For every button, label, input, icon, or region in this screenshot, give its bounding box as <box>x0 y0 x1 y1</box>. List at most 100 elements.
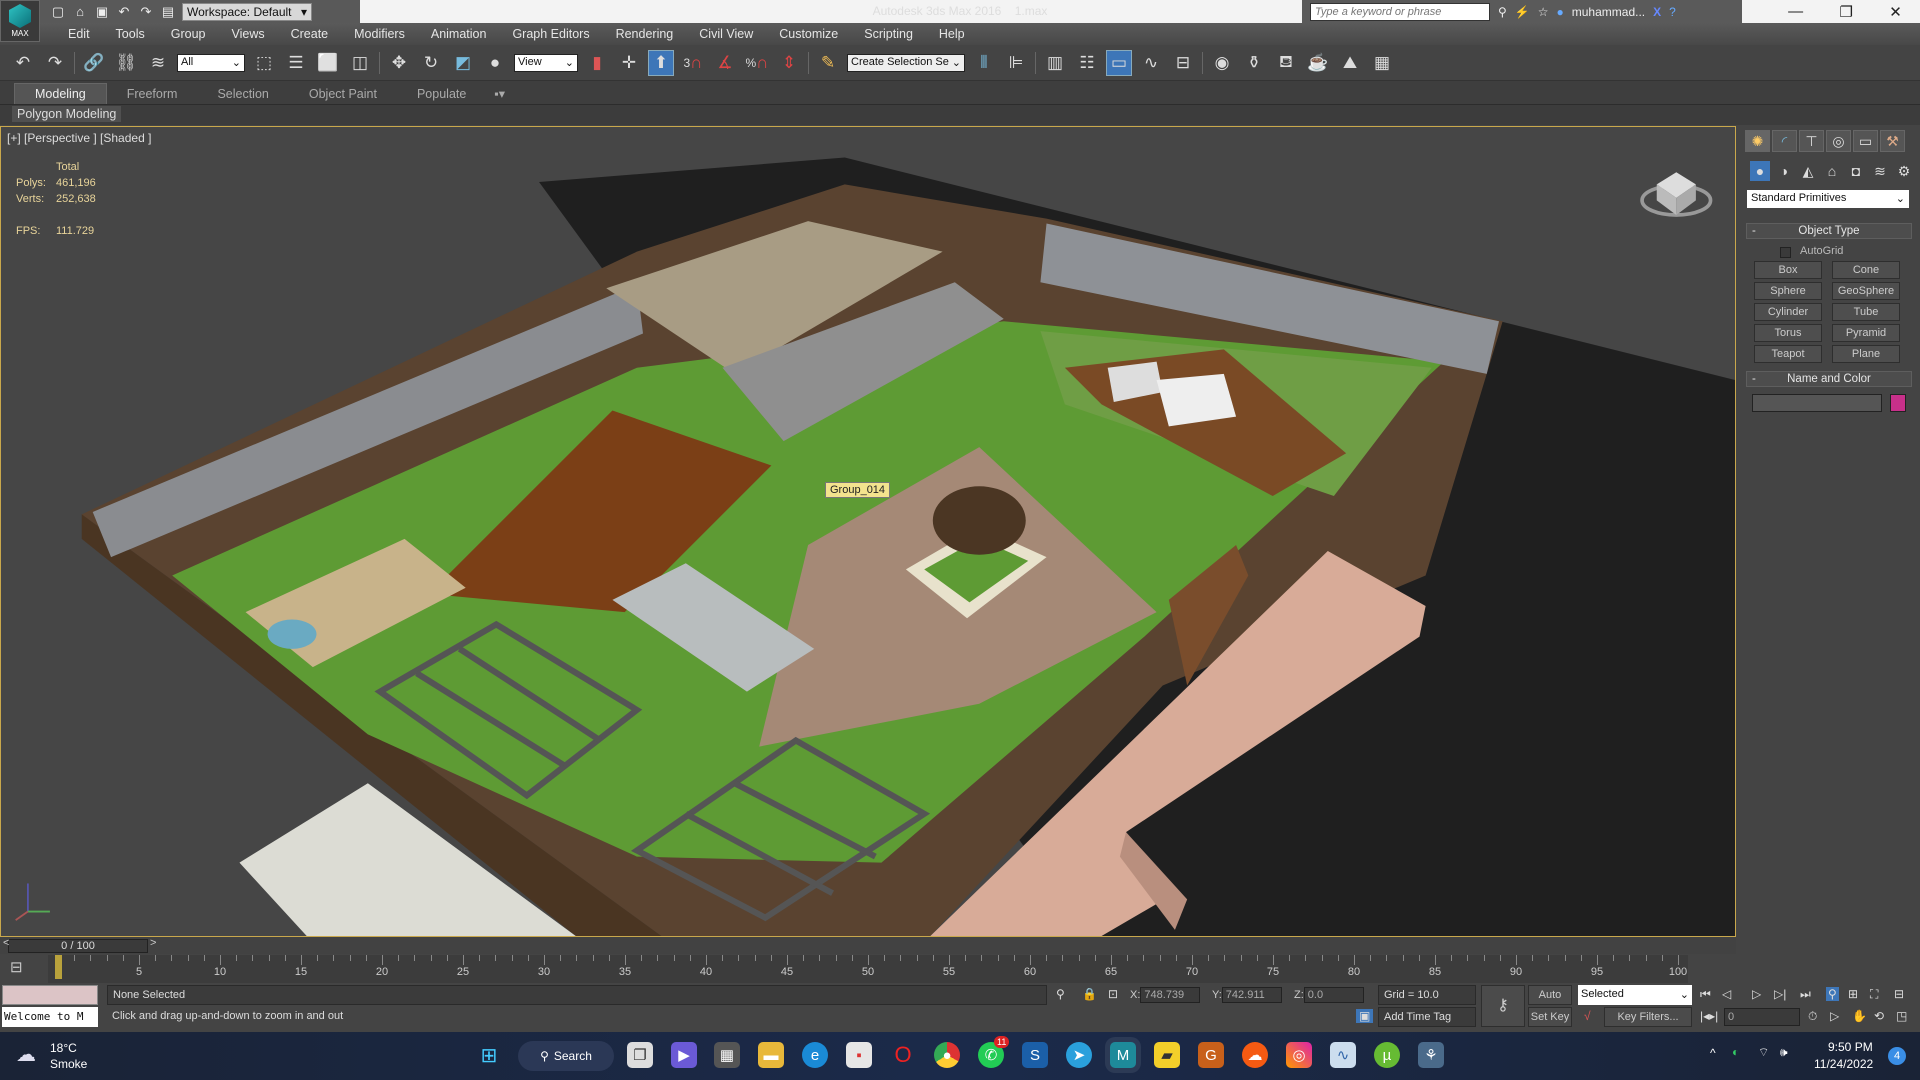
menu-civil-view[interactable]: Civil View <box>686 27 766 41</box>
tab-object-paint[interactable]: Object Paint <box>289 84 397 104</box>
orbit-icon[interactable]: ⟲ <box>1874 1009 1884 1023</box>
restore-icon[interactable]: ❐ <box>1839 3 1852 21</box>
open-file-icon[interactable]: ⌂ <box>72 4 88 19</box>
rotate-icon[interactable]: ↻ <box>418 50 444 76</box>
next-frame-arrow-icon[interactable]: > <box>150 937 156 949</box>
go-to-start-icon[interactable]: ⏮ <box>1700 987 1711 1002</box>
menu-edit[interactable]: Edit <box>55 27 103 41</box>
menu-customize[interactable]: Customize <box>766 27 851 41</box>
menu-group[interactable]: Group <box>158 27 219 41</box>
named-selection-set-dropdown[interactable]: Create Selection Se ⌄ <box>847 53 965 72</box>
calculator-icon[interactable]: ▦ <box>714 1042 740 1068</box>
notification-badge[interactable]: 4 <box>1888 1047 1906 1065</box>
volume-icon[interactable]: 🕪 <box>1780 1045 1788 1060</box>
motion-tab-icon[interactable]: ◎ <box>1826 130 1851 152</box>
redo-icon[interactable]: ↷ <box>138 4 154 20</box>
tab-modeling[interactable]: Modeling <box>14 83 107 104</box>
time-configuration-icon[interactable]: ⏱ <box>1808 1009 1817 1024</box>
lights-icon[interactable]: ◭ <box>1798 161 1818 181</box>
add-time-tag-button[interactable]: Add Time Tag <box>1378 1007 1476 1027</box>
set-key-button[interactable]: Set Key <box>1528 1007 1572 1027</box>
auto-key-button[interactable]: Auto Key <box>1528 985 1572 1019</box>
helpers-icon[interactable]: ◘ <box>1846 161 1866 181</box>
keyboard-shortcut-override-icon[interactable]: ⬆ <box>648 49 674 76</box>
schematic-view-icon[interactable]: ⊟ <box>1170 50 1196 76</box>
curve-editor-icon[interactable]: ∿ <box>1138 50 1164 76</box>
window-crossing-icon[interactable]: ◫ <box>347 50 373 76</box>
sphere-button[interactable]: Sphere <box>1754 282 1822 300</box>
modify-tab-icon[interactable]: ◜ <box>1772 130 1797 152</box>
menu-animation[interactable]: Animation <box>418 27 500 41</box>
selection-filter-dropdown[interactable]: All ⌄ <box>177 53 245 72</box>
key-filters-button[interactable]: Key Filters... <box>1604 1007 1692 1027</box>
chrome-icon[interactable]: ● <box>934 1042 960 1068</box>
previous-frame-icon[interactable]: ◁ <box>1722 987 1731 1001</box>
opera-icon[interactable]: O <box>890 1042 916 1068</box>
go-to-end-icon[interactable]: ⏭ <box>1800 987 1811 1002</box>
object-name-input[interactable] <box>1752 394 1882 412</box>
utilities-tab-icon[interactable]: ⚒ <box>1880 130 1905 152</box>
start-button-icon[interactable]: ⊞ <box>476 1042 502 1068</box>
undo-icon[interactable]: ↶ <box>10 50 36 76</box>
mirror-icon[interactable]: ⫴ <box>971 50 997 76</box>
render-setup-icon[interactable]: ⚱ <box>1241 50 1267 76</box>
utorrent-icon[interactable]: µ <box>1374 1042 1400 1068</box>
teapot-button[interactable]: Teapot <box>1754 345 1822 363</box>
move-icon[interactable]: ✥ <box>386 50 412 76</box>
geosphere-button[interactable]: GeoSphere <box>1832 282 1900 300</box>
select-by-name-icon[interactable]: ☰ <box>283 50 309 76</box>
undo-icon[interactable]: ↶ <box>116 4 132 20</box>
space-warps-icon[interactable]: ≋ <box>1870 161 1890 181</box>
y-coordinate[interactable]: Y: 742.911 <box>1212 987 1282 1005</box>
zoom-icon[interactable]: ⚲ <box>1826 987 1839 1001</box>
link-icon[interactable]: 🔗 <box>81 50 107 76</box>
key-mode-toggle-icon[interactable]: |◂▸| <box>1700 1009 1718 1023</box>
viewport-label-menu[interactable]: [+] [Perspective ] [Shaded ] <box>7 131 151 145</box>
shapes-icon[interactable]: ◑ <box>1774 161 1794 181</box>
isolate-icon[interactable]: ⚲ <box>1056 987 1065 1001</box>
gallery-icon[interactable]: ▦ <box>1369 50 1395 76</box>
task-view-icon[interactable]: ❐ <box>627 1042 653 1068</box>
cone-button[interactable]: Cone <box>1832 261 1900 279</box>
store-icon[interactable]: ▪ <box>846 1042 872 1068</box>
favorites-star-icon[interactable]: ☆ <box>1538 5 1549 19</box>
angle-snap-icon[interactable]: ∡ <box>712 50 738 76</box>
hierarchy-tab-icon[interactable]: ⊤ <box>1799 130 1824 152</box>
perspective-viewport[interactable]: [+] [Perspective ] [Shaded ] Total Polys… <box>0 126 1736 937</box>
taskbar-search-button[interactable]: ⚲ Search <box>518 1041 614 1071</box>
new-file-icon[interactable]: ▢ <box>50 4 66 20</box>
align-icon[interactable]: ⊫ <box>1003 50 1029 76</box>
close-icon[interactable]: ✕ <box>1889 3 1902 21</box>
time-tag-icon[interactable]: ▣ <box>1356 1009 1374 1023</box>
current-frame-marker[interactable] <box>55 955 62 979</box>
scale-icon[interactable]: ◩ <box>450 50 476 76</box>
plane-button[interactable]: Plane <box>1832 345 1900 363</box>
user-account[interactable]: muhammad... <box>1572 5 1645 19</box>
tab-selection[interactable]: Selection <box>197 84 288 104</box>
menu-help[interactable]: Help <box>926 27 978 41</box>
object-type-rollout[interactable]: - Object Type <box>1746 223 1912 239</box>
scene-explorer-icon[interactable]: ▥ <box>1042 50 1068 76</box>
file-explorer-icon[interactable]: ▬ <box>758 1042 784 1068</box>
redo-icon[interactable]: ↷ <box>42 50 68 76</box>
save-icon[interactable]: ▣ <box>94 4 110 20</box>
place-icon[interactable]: ● <box>482 50 508 76</box>
select-manipulate-icon[interactable]: ✛ <box>616 50 642 76</box>
x-value[interactable]: 748.739 <box>1140 987 1201 1003</box>
set-key-toggle-key-icon[interactable]: ⚷ <box>1481 985 1525 1027</box>
rectangular-selection-icon[interactable]: ⬜ <box>315 50 341 76</box>
time-slider[interactable]: 0 / 100 <box>8 939 148 953</box>
time-slider-track[interactable] <box>0 937 1736 954</box>
menu-graph-editors[interactable]: Graph Editors <box>499 27 602 41</box>
name-and-color-rollout[interactable]: - Name and Color <box>1746 371 1912 387</box>
display-tab-icon[interactable]: ▭ <box>1853 130 1878 152</box>
project-folder-icon[interactable]: ▤ <box>160 4 176 20</box>
ribbon-options-icon[interactable]: ▪▾ <box>486 83 513 104</box>
primitive-category-dropdown[interactable]: Standard Primitives ⌄ <box>1747 190 1909 208</box>
soundcloud-icon[interactable]: ☁ <box>1242 1042 1268 1068</box>
render-in-cloud-icon[interactable]: ⛰ <box>1337 50 1363 76</box>
menu-scripting[interactable]: Scripting <box>851 27 926 41</box>
menu-rendering[interactable]: Rendering <box>603 27 687 41</box>
pyramid-button[interactable]: Pyramid <box>1832 324 1900 342</box>
prev-frame-arrow-icon[interactable]: < <box>3 937 9 949</box>
